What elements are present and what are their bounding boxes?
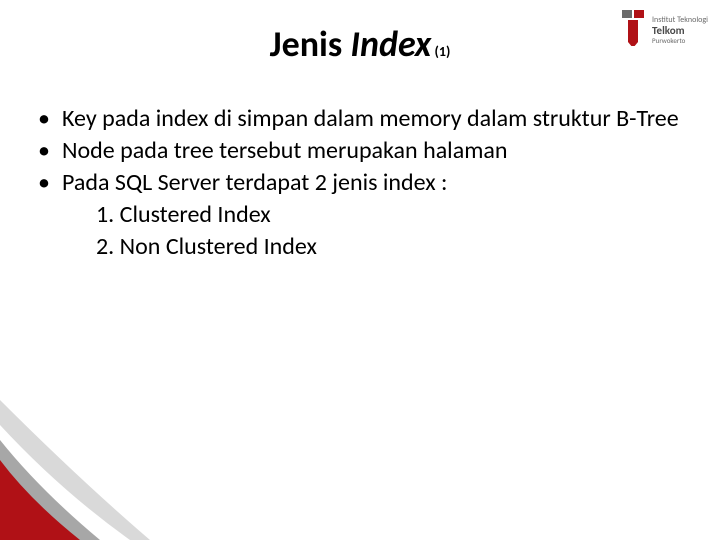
slide-content: Key pada index di simpan dalam memory da… [0,66,720,262]
logo-text: Institut Teknologi Telkom Purwokerto [652,10,708,46]
logo-line3: Purwokerto [652,36,685,45]
institution-logo: Institut Teknologi Telkom Purwokerto [622,10,708,46]
telkom-logo-icon [622,10,648,46]
list-item: Key pada index di simpan dalam memory da… [36,104,690,134]
list-item: Pada SQL Server terdapat 2 jenis index : [36,168,690,198]
title-word2: Index [350,22,431,66]
list-item: 2. Non Clustered Index [96,232,690,262]
decorative-corner [0,340,200,540]
list-item: Node pada tree tersebut merupakan halama… [36,136,690,166]
title-word1: Jenis [270,22,351,66]
list-item: 1. Clustered Index [96,200,690,230]
slide-title-area: Jenis Index (1) [0,0,720,66]
numbered-list: 1. Clustered Index 2. Non Clustered Inde… [36,200,690,262]
title-counter: (1) [431,43,450,60]
slide-title: Jenis Index (1) [0,22,720,66]
bullet-list: Key pada index di simpan dalam memory da… [36,104,690,198]
